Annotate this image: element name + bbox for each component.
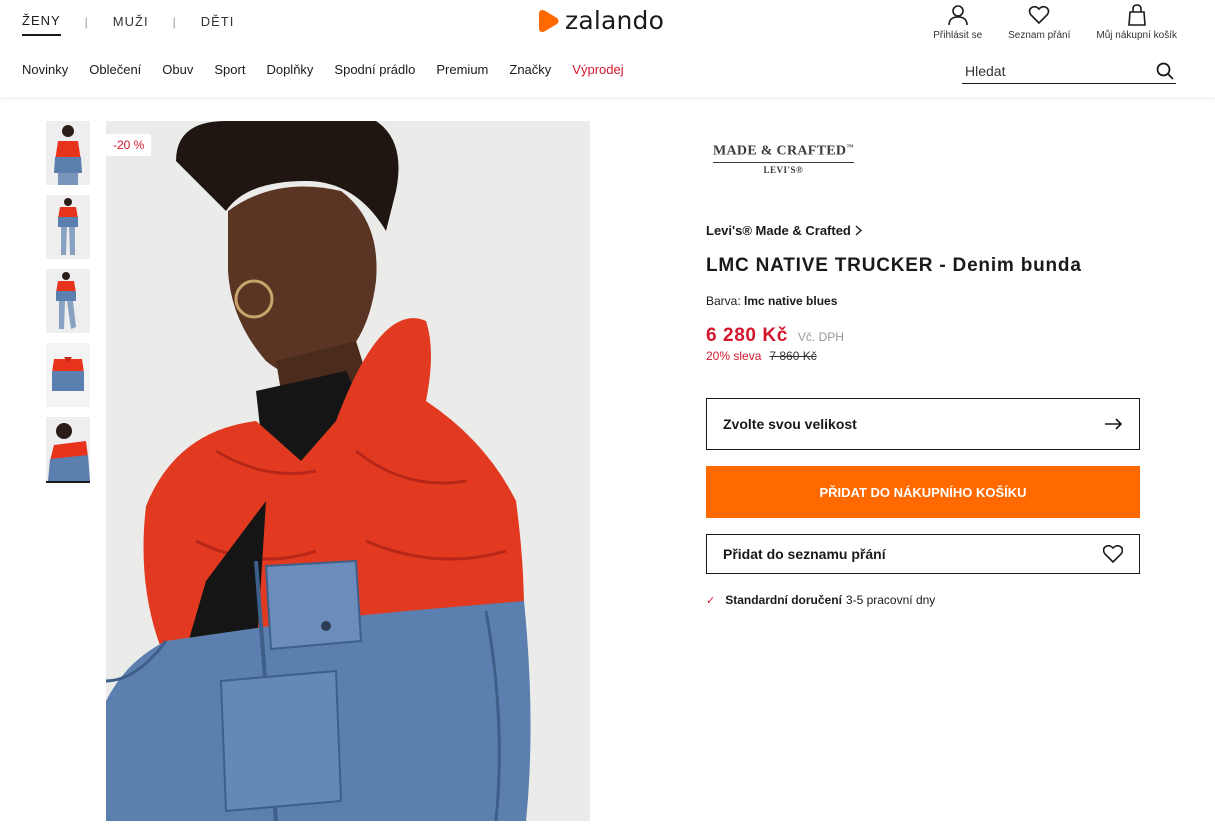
- user-nav: Přihlásit se Seznam přání Můj nákupní ko…: [907, 4, 1177, 41]
- add-to-cart-button[interactable]: PŘIDAT DO NÁKUPNÍHO KOŠÍKU: [706, 466, 1140, 518]
- delivery-info: ✓ Standardní doručení 3-5 pracovní dny: [706, 593, 935, 607]
- gender-nav: ŽENY | MUŽI | DĚTI: [22, 13, 234, 36]
- user-icon: [947, 5, 968, 26]
- main-product-image[interactable]: [106, 121, 590, 821]
- login-label: Přihlásit se: [933, 30, 983, 41]
- brand-name: Levi's® Made & Crafted: [706, 223, 851, 238]
- category-sport[interactable]: Sport: [214, 62, 245, 77]
- search-box: [962, 60, 1176, 84]
- cart-link[interactable]: Můj nákupní košík: [1096, 4, 1177, 41]
- cart-label: Můj nákupní košík: [1096, 30, 1177, 41]
- add-to-cart-label: PŘIDAT DO NÁKUPNÍHO KOŠÍKU: [819, 484, 1027, 500]
- wishlist-label: Seznam přání: [1008, 30, 1071, 41]
- brand-logo-tm: ™: [846, 143, 854, 151]
- category-premium[interactable]: Premium: [436, 62, 488, 77]
- add-to-wishlist-label: Přidat do seznamu přání: [723, 546, 886, 562]
- size-select-label: Zvolte svou velikost: [723, 416, 857, 432]
- original-price: 7 860 Kč: [769, 349, 817, 363]
- discount-percent: 20% sleva: [706, 349, 762, 363]
- product-thumbnail[interactable]: [46, 195, 90, 259]
- divider: |: [84, 14, 89, 29]
- thumbnail-image: [46, 195, 90, 259]
- vat-note: Vč. DPH: [797, 330, 844, 344]
- bag-icon: [1127, 4, 1146, 26]
- check-icon: ✓: [706, 594, 716, 607]
- product-thumbnail[interactable]: [46, 343, 90, 407]
- gender-tab-kids[interactable]: DĚTI: [201, 14, 235, 35]
- price-block: 6 280 Kč Vč. DPH: [706, 325, 844, 347]
- brand-logo-line1: MADE & CRAFTED: [713, 143, 847, 159]
- gender-tab-women[interactable]: ŽENY: [22, 13, 61, 36]
- site-header: ŽENY | MUŽI | DĚTI zalando Přihlásit se …: [0, 0, 1215, 97]
- arrow-right-icon: [1105, 418, 1123, 430]
- login-link[interactable]: Přihlásit se: [933, 4, 982, 41]
- thumbnail-image: [46, 121, 90, 185]
- divider: |: [172, 14, 177, 29]
- wishlist-link[interactable]: Seznam přání: [1008, 4, 1070, 41]
- search-input[interactable]: [962, 60, 1142, 82]
- thumbnail-image: [46, 269, 90, 333]
- heart-icon: [1103, 545, 1123, 563]
- brand-link[interactable]: Levi's® Made & Crafted: [706, 223, 862, 238]
- color-label: Barva:: [706, 294, 741, 308]
- thumbnail-image: [46, 417, 90, 481]
- zalando-logo[interactable]: zalando: [538, 6, 664, 35]
- product-thumbnail[interactable]: [46, 269, 90, 333]
- search-icon[interactable]: [1156, 62, 1174, 80]
- thumbnail-image: [46, 343, 90, 407]
- product-photo: [106, 121, 590, 821]
- brand-logo-line2: LEVI'S®: [763, 164, 804, 175]
- color-info: Barva: lmc native blues: [706, 294, 837, 308]
- product-thumbnail-active[interactable]: [46, 417, 90, 483]
- category-novinky[interactable]: Novinky: [22, 62, 68, 77]
- zalando-play-icon: [539, 9, 559, 32]
- thumbnail-list: [46, 121, 90, 493]
- discount-block: 20% sleva 7 860 Kč: [706, 349, 817, 363]
- brand-logo[interactable]: MADE & CRAFTED™ LEVI'S®: [713, 143, 854, 175]
- add-to-wishlist-button[interactable]: Přidat do seznamu přání: [706, 534, 1140, 574]
- product-title: LMC NATIVE TRUCKER - Denim bunda: [706, 255, 1082, 276]
- gender-tab-men[interactable]: MUŽI: [113, 14, 149, 35]
- delivery-label: Standardní doručení: [725, 593, 842, 607]
- category-doplnky[interactable]: Doplňky: [266, 62, 313, 77]
- logo-wordmark: zalando: [565, 6, 665, 35]
- chevron-right-icon: [855, 225, 862, 236]
- color-value: lmc native blues: [744, 294, 838, 308]
- category-obuv[interactable]: Obuv: [162, 62, 193, 77]
- category-spodni-pradlo[interactable]: Spodní prádlo: [334, 62, 415, 77]
- category-obleceni[interactable]: Oblečení: [89, 62, 141, 77]
- category-vyprodej[interactable]: Výprodej: [572, 62, 623, 77]
- category-znacky[interactable]: Značky: [509, 62, 551, 77]
- delivery-time: 3-5 pracovní dny: [845, 593, 936, 607]
- size-select-button[interactable]: Zvolte svou velikost: [706, 398, 1140, 450]
- product-thumbnail[interactable]: [46, 121, 90, 185]
- category-nav: Novinky Oblečení Obuv Sport Doplňky Spod…: [22, 62, 645, 77]
- discount-badge: -20 %: [106, 134, 152, 156]
- current-price: 6 280 Kč: [706, 325, 788, 346]
- heart-icon: [1028, 5, 1050, 25]
